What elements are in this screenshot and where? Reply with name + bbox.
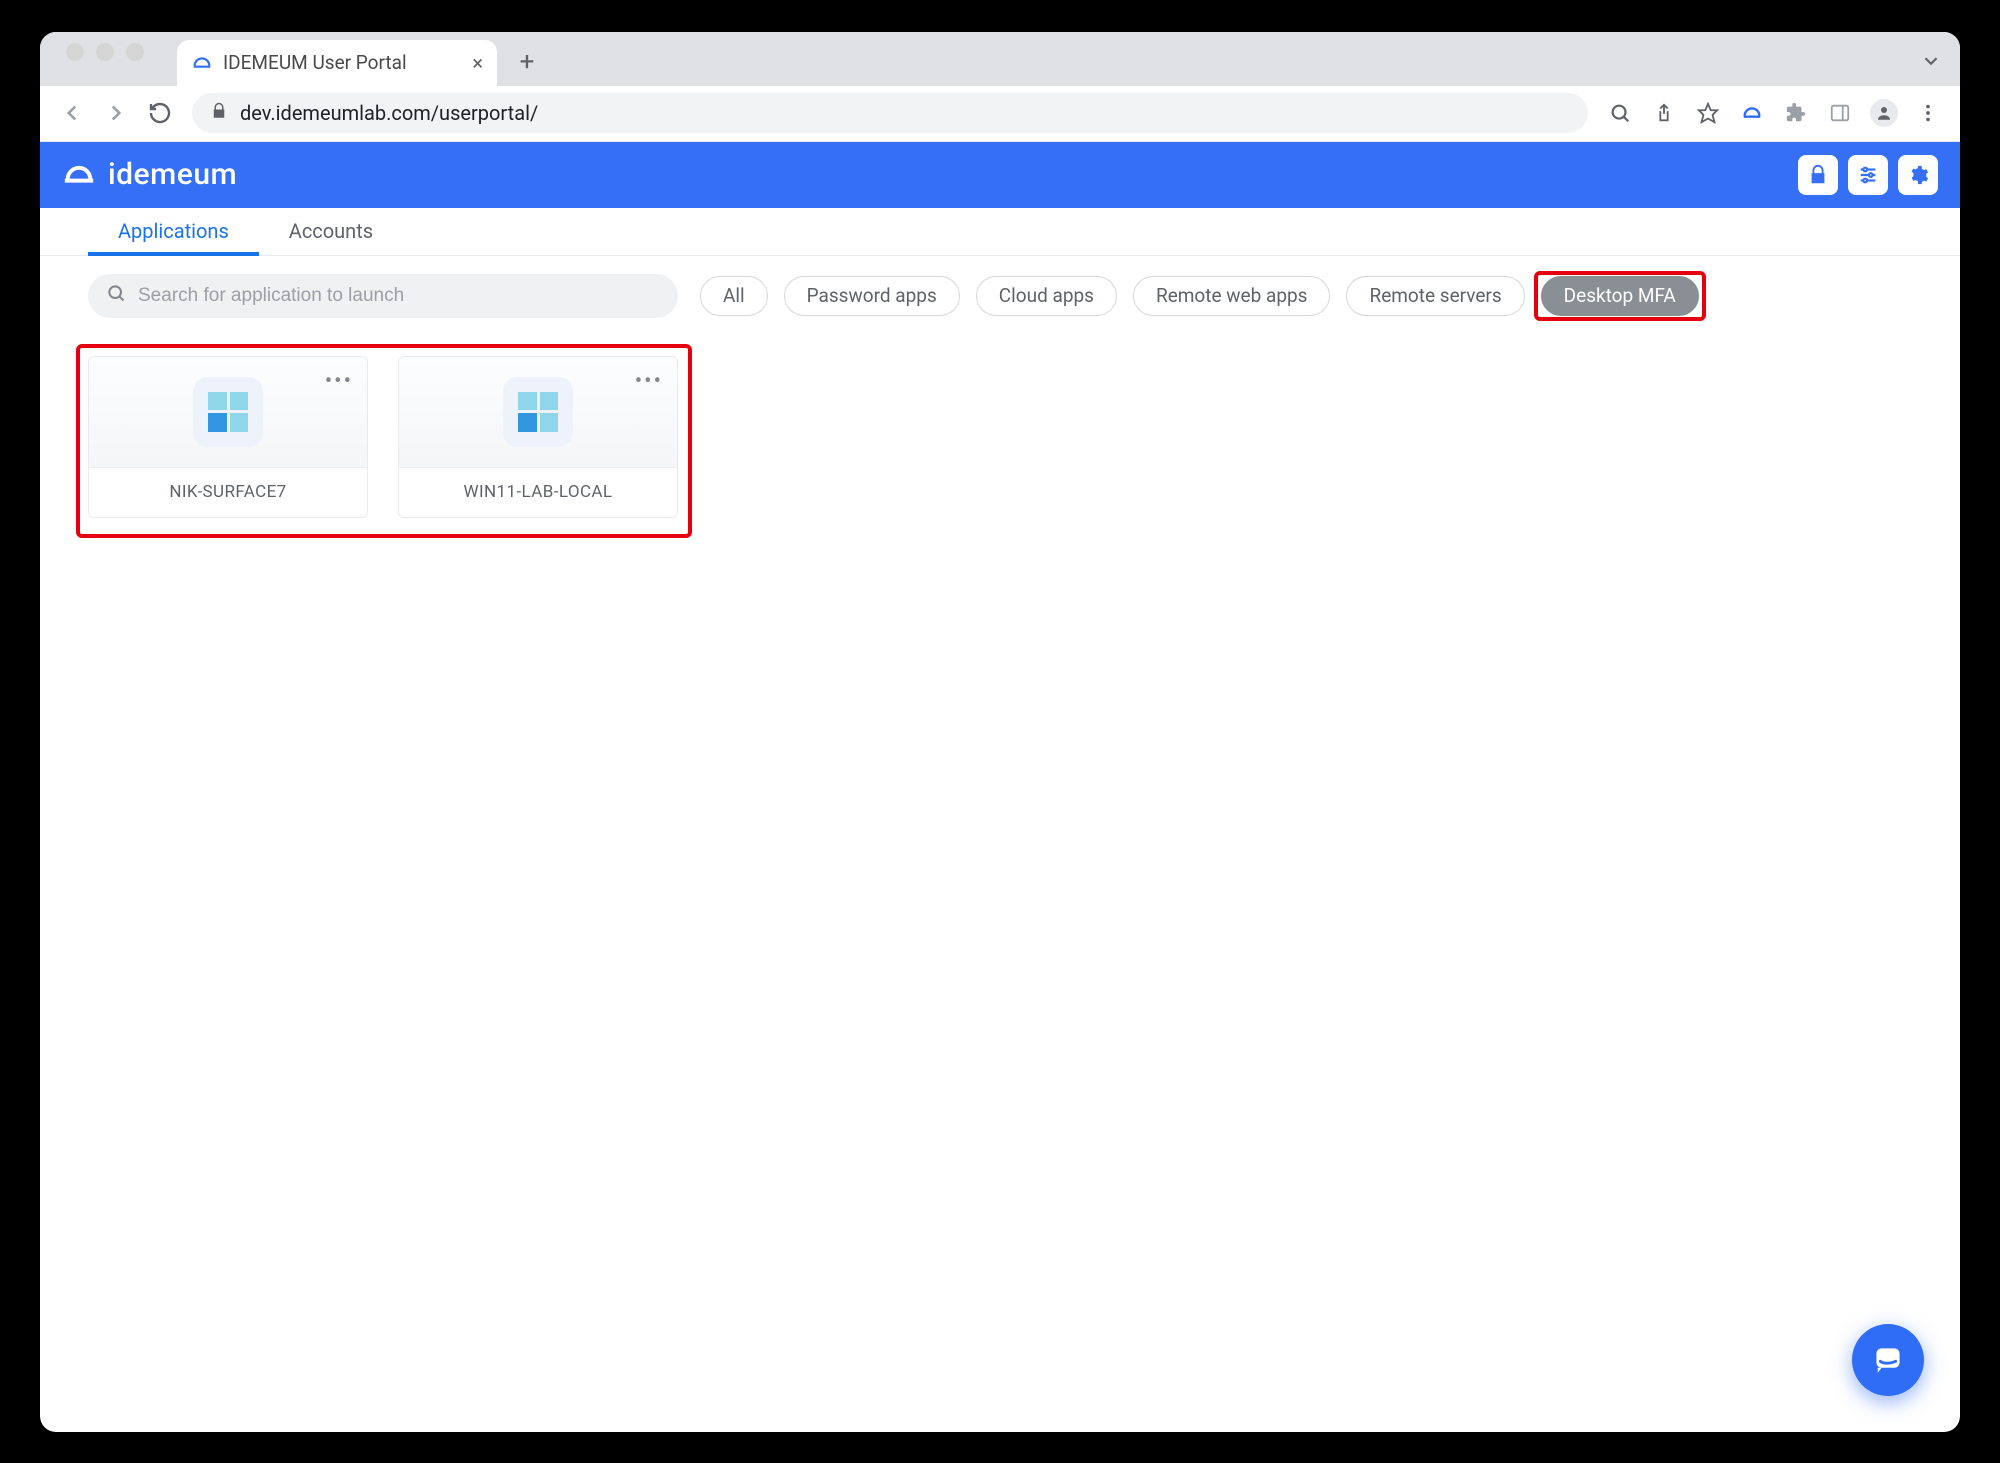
chat-icon [1870,1342,1906,1378]
side-panel-icon[interactable] [1822,95,1858,131]
brand-name: idemeum [108,157,237,192]
filter-chips: All Password apps Cloud apps Remote web … [700,276,1699,316]
new-tab-button[interactable]: + [507,42,547,82]
chip-label: Cloud apps [999,284,1094,307]
brand-logo-icon [62,158,96,192]
forward-button[interactable] [98,95,134,131]
filter-chip-cloud-apps[interactable]: Cloud apps [976,276,1117,316]
tab-label: Accounts [289,219,373,243]
intercom-launcher[interactable] [1852,1324,1924,1396]
browser-toolbar: dev.idemeumlab.com/userportal/ [40,86,1960,142]
browser-tab-strip: IDEMEUM User Portal × + [40,32,1960,86]
tab-accounts[interactable]: Accounts [259,208,403,255]
zoom-icon[interactable] [1602,95,1638,131]
filters-row: All Password apps Cloud apps Remote web … [40,256,1960,336]
chip-label: Remote web apps [1156,284,1308,307]
search-input[interactable] [138,285,660,307]
vault-button[interactable] [1798,155,1838,195]
windows-icon [503,377,573,447]
page-tabs: Applications Accounts [40,208,1960,256]
extensions-puzzle-icon[interactable] [1778,95,1814,131]
cards-grid: ••• NIK-SURFACE7 ••• WIN11-LAB-LOCAL [88,356,1912,518]
maximize-window-icon[interactable] [126,43,144,61]
reload-button[interactable] [142,95,178,131]
address-bar[interactable]: dev.idemeumlab.com/userportal/ [192,93,1588,133]
card-label: WIN11-LAB-LOCAL [399,467,677,517]
filter-chip-remote-servers[interactable]: Remote servers [1346,276,1524,316]
header-actions [1798,155,1938,195]
settings-gear-button[interactable] [1898,155,1938,195]
tab-favicon-icon [191,52,213,74]
filter-chip-password-apps[interactable]: Password apps [784,276,960,316]
search-icon [106,283,126,308]
browser-window: IDEMEUM User Portal × + dev.idemeumlab.c… [40,32,1960,1432]
card-label: NIK-SURFACE7 [89,467,367,517]
chip-label: Remote servers [1369,284,1501,307]
chip-label: All [723,284,745,307]
card-menu-icon[interactable]: ••• [325,369,353,394]
windows-icon [193,377,263,447]
url-text: dev.idemeumlab.com/userportal/ [240,101,538,125]
window-controls[interactable] [58,43,152,75]
filter-settings-button[interactable] [1848,155,1888,195]
app-card[interactable]: ••• WIN11-LAB-LOCAL [398,356,678,518]
app-header: idemeum [40,142,1960,208]
browser-tab[interactable]: IDEMEUM User Portal × [177,40,497,86]
back-button[interactable] [54,95,90,131]
filter-chip-desktop-mfa[interactable]: Desktop MFA [1541,276,1699,316]
search-box[interactable] [88,274,678,318]
close-window-icon[interactable] [66,43,84,61]
filter-chip-remote-web-apps[interactable]: Remote web apps [1133,276,1331,316]
chip-label: Desktop MFA [1564,284,1676,307]
tab-close-icon[interactable]: × [472,51,483,75]
tab-label: Applications [118,219,229,243]
lock-icon [210,102,228,125]
minimize-window-icon[interactable] [96,43,114,61]
share-icon[interactable] [1646,95,1682,131]
tabs-dropdown-icon[interactable] [1920,50,1942,78]
cards-area: ••• NIK-SURFACE7 ••• WIN11-LAB-LOCAL [40,336,1960,538]
app-card[interactable]: ••• NIK-SURFACE7 [88,356,368,518]
browser-menu-icon[interactable] [1910,95,1946,131]
tab-applications[interactable]: Applications [88,208,259,255]
filter-chip-all[interactable]: All [700,276,768,316]
brand[interactable]: idemeum [62,157,237,192]
card-menu-icon[interactable]: ••• [635,369,663,394]
bookmark-star-icon[interactable] [1690,95,1726,131]
chip-label: Password apps [807,284,937,307]
extension-idemeum-icon[interactable] [1734,95,1770,131]
tab-title: IDEMEUM User Portal [223,51,462,74]
profile-avatar-icon[interactable] [1866,95,1902,131]
